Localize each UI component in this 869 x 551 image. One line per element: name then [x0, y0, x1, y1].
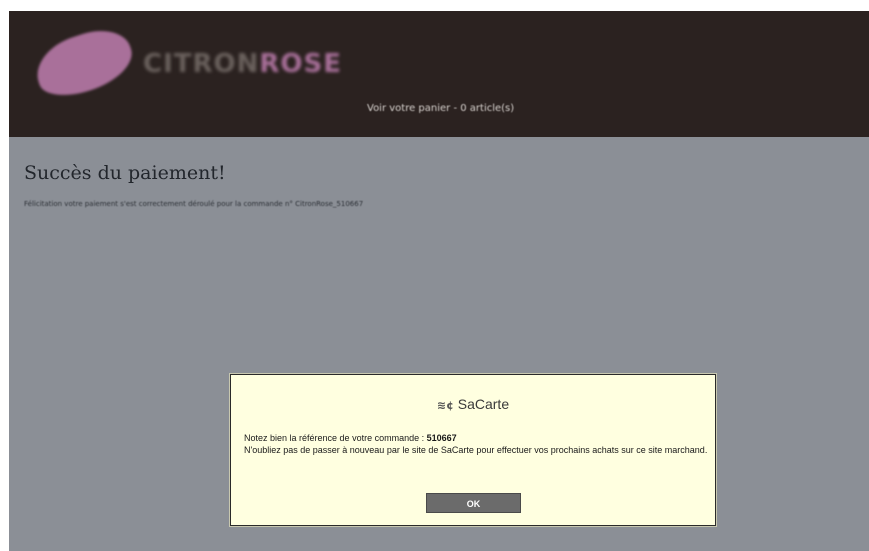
logo-text-rose: ROSE — [259, 49, 342, 79]
ok-button[interactable]: OK — [426, 493, 521, 513]
payment-success-message: Félicitation votre paiement s'est correc… — [24, 200, 364, 208]
logo-lemon-icon[interactable] — [28, 21, 140, 105]
page-title: Succès du paiement! — [24, 162, 226, 184]
browser-viewport: CITRONROSE Voir votre panier - 0 article… — [9, 11, 869, 551]
sacarte-brand: ≋¢ SaCarte — [231, 396, 715, 412]
dialog-message: Notez bien la référence de votre command… — [244, 432, 709, 456]
logo-text-citron: CITRON — [143, 49, 260, 79]
view-cart-link[interactable]: Voir votre panier - 0 article(s) — [367, 103, 514, 114]
site-header: CITRONROSE Voir votre panier - 0 article… — [9, 11, 869, 137]
order-reference: 510667 — [426, 433, 457, 443]
reminder-line: N'oubliez pas de passer à nouveau par le… — [244, 445, 708, 455]
site-logo[interactable]: CITRONROSE — [143, 49, 342, 79]
reference-line: Notez bien la référence de votre command… — [244, 432, 709, 444]
sacarte-brand-name: SaCarte — [457, 396, 510, 412]
sacarte-logo-icon: ≋¢ — [436, 399, 454, 412]
sacarte-dialog: ≋¢ SaCarte Notez bien la référence de vot… — [230, 374, 716, 526]
reference-label: Notez bien la référence de votre command… — [244, 433, 427, 443]
